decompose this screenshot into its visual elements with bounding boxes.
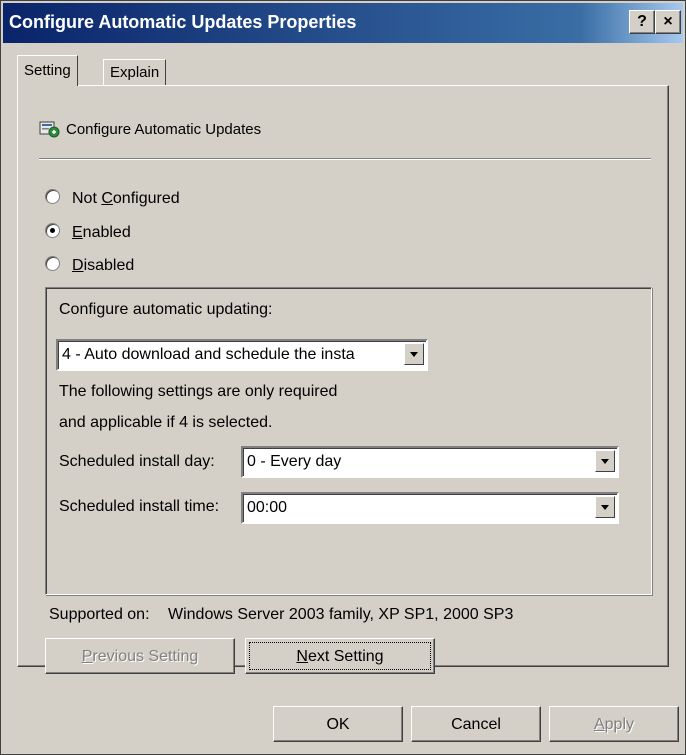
tab-explain[interactable]: Explain [103,59,167,86]
title-bar[interactable]: Configure Automatic Updates Properties ?… [3,3,683,43]
options-group: Configure automatic updating: 4 - Auto d… [45,287,652,595]
radio-label-key: C [101,190,113,207]
updating-value: 4 - Auto download and schedule the insta [62,346,355,363]
button-label-key: A [593,716,605,733]
install-time-label: Scheduled install time: [59,498,220,515]
radio-button[interactable] [45,189,60,204]
help-button[interactable]: ? [629,10,655,34]
radio-button[interactable] [45,223,60,238]
supported-on: Supported on: Windows Server 2003 family… [49,606,513,624]
install-time-value: 00:00 [247,499,288,516]
radio-label-key: E [72,224,83,241]
radio-label-post: onfigured [112,190,180,207]
install-day-dropdown[interactable]: 0 - Every day [241,446,619,478]
apply-button[interactable]: Apply [549,706,679,742]
install-day-label: Scheduled install day: [59,453,215,470]
close-button[interactable]: × [655,10,681,34]
tab-setting[interactable]: Setting [17,55,78,86]
button-label-post: revious Setting [92,648,199,665]
next-setting-button[interactable]: Next Setting [245,638,435,674]
chevron-down-icon[interactable] [404,343,424,365]
supported-value: Windows Server 2003 family, XP SP1, 2000… [167,606,514,623]
window-title: Configure Automatic Updates Properties [9,12,357,32]
cancel-button[interactable]: Cancel [411,706,541,742]
chevron-down-icon[interactable] [595,496,615,518]
install-time-dropdown[interactable]: 00:00 [241,492,619,524]
install-day-value: 0 - Every day [247,453,342,470]
note-line-2: and applicable if 4 is selected. [59,414,273,431]
radio-button[interactable] [45,256,60,271]
radio-disabled[interactable]: Disabled [45,256,134,275]
dialog-window: Configure Automatic Updates Properties ?… [0,0,686,755]
previous-setting-button[interactable]: Previous Setting [45,638,235,674]
policy-name: Configure Automatic Updates [66,121,262,138]
button-label-key: P [81,648,93,665]
button-label-post: ext Setting [307,648,384,665]
supported-label: Supported on: [49,606,150,623]
updating-dropdown[interactable]: 4 - Auto download and schedule the insta [56,339,428,371]
radio-label-post: isabled [83,257,135,274]
radio-label-key: D [72,257,84,274]
policy-setting-icon [39,121,60,138]
button-label-key: N [296,648,308,665]
radio-not-configured[interactable]: Not Configured [45,189,180,208]
radio-label-post: nabled [82,224,131,241]
note-line-1: The following settings are only required [59,383,338,400]
chevron-down-icon[interactable] [595,450,615,472]
radio-enabled[interactable]: Enabled [45,223,131,242]
radio-label-pre: Not [72,190,102,207]
separator [39,158,651,160]
button-label-post: pply [604,716,635,733]
updating-label: Configure automatic updating: [59,301,273,318]
ok-button[interactable]: OK [273,706,403,742]
